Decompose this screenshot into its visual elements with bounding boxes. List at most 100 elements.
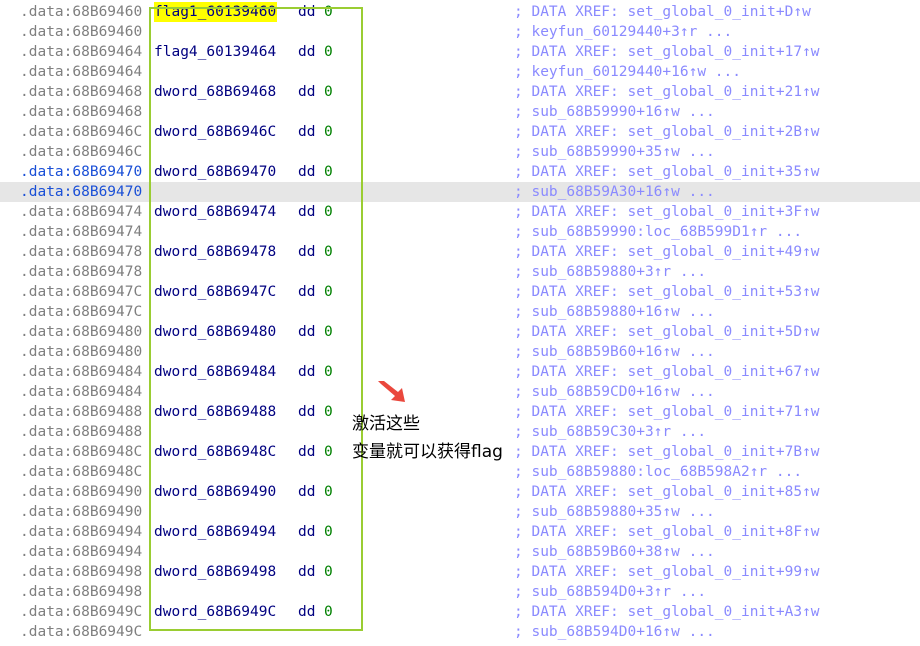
variable-value[interactable]: 0 (324, 442, 333, 462)
address-label[interactable]: .data:68B69480 (20, 322, 142, 342)
xref-comment[interactable]: ; DATA XREF: set_global_0_init+5D↑w (514, 322, 820, 342)
variable-name[interactable]: dword_68B69470 (154, 162, 276, 182)
variable-name[interactable]: dword_68B69498 (154, 562, 276, 582)
listing-line[interactable]: .data:68B69478 dword_68B69478 dd 0 ; DATA XR… (0, 242, 920, 262)
listing-line[interactable]: .data:68B69470 dword_68B69470 dd 0 ; DATA XR… (0, 162, 920, 182)
variable-name[interactable]: dword_68B69488 (154, 402, 276, 422)
listing-line[interactable]: .data:68B6947C dword_68B6947C dd 0 ; DATA XR… (0, 282, 920, 302)
xref-comment[interactable]: ; sub_68B59B60+38↑w ... (514, 542, 715, 562)
xref-comment[interactable]: ; sub_68B59990:loc_68B599D1↑r ... (514, 222, 802, 242)
variable-value[interactable]: 0 (324, 362, 333, 382)
variable-value[interactable]: 0 (324, 402, 333, 422)
address-label[interactable]: .data:68B69480 (20, 342, 142, 362)
variable-value[interactable]: 0 (324, 42, 333, 62)
listing-line[interactable]: .data:68B69474 ; sub_68B59990:loc_68B599D… (0, 222, 920, 242)
address-label[interactable]: .data:68B69488 (20, 402, 142, 422)
variable-value[interactable]: 0 (324, 282, 333, 302)
variable-value[interactable]: 0 (324, 202, 333, 222)
xref-comment[interactable]: ; DATA XREF: set_global_0_init+2B↑w (514, 122, 820, 142)
listing-line[interactable]: .data:68B6947C ; sub_68B59880+16↑w ... (0, 302, 920, 322)
variable-name[interactable]: flag1_60139460 (154, 2, 278, 22)
address-label[interactable]: .data:68B69464 (20, 62, 142, 82)
variable-name[interactable]: dword_68B69484 (154, 362, 276, 382)
listing-line[interactable]: .data:68B69468 dword_68B69468 dd 0 ; DATA XR… (0, 82, 920, 102)
variable-name[interactable]: flag4_60139464 (154, 42, 276, 62)
xref-comment[interactable]: ; sub_68B59990+35↑w ... (514, 142, 715, 162)
xref-comment[interactable]: ; DATA XREF: set_global_0_init+99↑w (514, 562, 820, 582)
address-label[interactable]: .data:68B69488 (20, 422, 142, 442)
listing-line[interactable]: .data:68B69484 dword_68B69484 dd 0 ; DATA XR… (0, 362, 920, 382)
xref-comment[interactable]: ; sub_68B59880:loc_68B598A2↑r ... (514, 462, 802, 482)
variable-name[interactable]: dword_68B6949C (154, 602, 276, 622)
xref-comment[interactable]: ; DATA XREF: set_global_0_init+67↑w (514, 362, 820, 382)
xref-comment[interactable]: ; sub_68B59990+16↑w ... (514, 102, 715, 122)
listing-line[interactable]: .data:68B69468 ; sub_68B59990+16↑w ... (0, 102, 920, 122)
address-label[interactable]: .data:68B6947C (20, 282, 142, 302)
listing-line[interactable]: .data:68B69470 ; sub_68B59A30+16↑w ... (0, 182, 920, 202)
xref-comment[interactable]: ; sub_68B594D0+16↑w ... (514, 622, 715, 642)
variable-name[interactable]: dword_68B69474 (154, 202, 276, 222)
xref-comment[interactable]: ; sub_68B59880+35↑w ... (514, 502, 715, 522)
xref-comment[interactable]: ; DATA XREF: set_global_0_init+D↑w (514, 2, 811, 22)
variable-value[interactable]: 0 (324, 82, 333, 102)
variable-value[interactable]: 0 (324, 482, 333, 502)
variable-name[interactable]: dword_68B69494 (154, 522, 276, 542)
listing-line[interactable]: .data:68B6946C ; sub_68B59990+35↑w ... (0, 142, 920, 162)
address-label[interactable]: .data:68B6949C (20, 622, 142, 642)
xref-comment[interactable]: ; DATA XREF: set_global_0_init+21↑w (514, 82, 820, 102)
listing-line[interactable]: .data:68B69494 dword_68B69494 dd 0 ; DATA XR… (0, 522, 920, 542)
variable-value[interactable]: 0 (324, 122, 333, 142)
address-label[interactable]: .data:68B69484 (20, 382, 142, 402)
address-label[interactable]: .data:68B69490 (20, 482, 142, 502)
variable-name[interactable]: dword_68B69480 (154, 322, 276, 342)
address-label[interactable]: .data:68B69474 (20, 222, 142, 242)
listing-line[interactable]: .data:68B69480 dword_68B69480 dd 0 ; DATA XR… (0, 322, 920, 342)
listing-line[interactable]: .data:68B69464 flag4_60139464 dd 0 ; DATA XR… (0, 42, 920, 62)
xref-comment[interactable]: ; DATA XREF: set_global_0_init+3F↑w (514, 202, 820, 222)
xref-comment[interactable]: ; DATA XREF: set_global_0_init+53↑w (514, 282, 820, 302)
variable-value[interactable]: 0 (324, 322, 333, 342)
address-label[interactable]: .data:68B6948C (20, 462, 142, 482)
xref-comment[interactable]: ; DATA XREF: set_global_0_init+17↑w (514, 42, 820, 62)
address-label[interactable]: .data:68B69478 (20, 262, 142, 282)
xref-comment[interactable]: ; sub_68B59B60+16↑w ... (514, 342, 715, 362)
xref-comment[interactable]: ; keyfun_60129440+16↑w ... (514, 62, 741, 82)
address-label[interactable]: .data:68B69468 (20, 102, 142, 122)
listing-line[interactable]: .data:68B69498 ; sub_68B594D0+3↑r ... (0, 582, 920, 602)
xref-comment[interactable]: ; keyfun_60129440+3↑r ... (514, 22, 732, 42)
xref-comment[interactable]: ; DATA XREF: set_global_0_init+49↑w (514, 242, 820, 262)
listing-line[interactable]: .data:68B69464 ; keyfun_60129440+16↑w ... (0, 62, 920, 82)
listing-line[interactable]: .data:68B69490 dword_68B69490 dd 0 ; DATA XR… (0, 482, 920, 502)
xref-comment[interactable]: ; sub_68B59CD0+16↑w ... (514, 382, 715, 402)
address-label[interactable]: .data:68B69490 (20, 502, 142, 522)
address-label[interactable]: .data:68B69474 (20, 202, 142, 222)
listing-line[interactable]: .data:68B6949C dword_68B6949C dd 0 ; DATA XR… (0, 602, 920, 622)
xref-comment[interactable]: ; DATA XREF: set_global_0_init+8F↑w (514, 522, 820, 542)
address-label[interactable]: .data:68B69470 (20, 162, 142, 182)
address-label[interactable]: .data:68B69498 (20, 562, 142, 582)
listing-line[interactable]: .data:68B69478 ; sub_68B59880+3↑r ... (0, 262, 920, 282)
address-label[interactable]: .data:68B69494 (20, 542, 142, 562)
variable-value[interactable]: 0 (324, 242, 333, 262)
xref-comment[interactable]: ; DATA XREF: set_global_0_init+71↑w (514, 402, 820, 422)
listing-line[interactable]: .data:68B6949C ; sub_68B594D0+16↑w ... (0, 622, 920, 642)
variable-name[interactable]: dword_68B69468 (154, 82, 276, 102)
listing-line[interactable]: .data:68B69480 ; sub_68B59B60+16↑w ... (0, 342, 920, 362)
address-label[interactable]: .data:68B69478 (20, 242, 142, 262)
listing-line[interactable]: .data:68B69460 flag1_60139460 dd 0 ; DATA XR… (0, 2, 920, 22)
address-label[interactable]: .data:68B69468 (20, 82, 142, 102)
xref-comment[interactable]: ; DATA XREF: set_global_0_init+85↑w (514, 482, 820, 502)
xref-comment[interactable]: ; DATA XREF: set_global_0_init+A3↑w (514, 602, 820, 622)
listing-line[interactable]: .data:68B69484 ; sub_68B59CD0+16↑w ... (0, 382, 920, 402)
address-label[interactable]: .data:68B69460 (20, 22, 142, 42)
xref-comment[interactable]: ; sub_68B59A30+16↑w ... (514, 182, 715, 202)
listing-line[interactable]: .data:68B69474 dword_68B69474 dd 0 ; DATA XR… (0, 202, 920, 222)
xref-comment[interactable]: ; DATA XREF: set_global_0_init+35↑w (514, 162, 820, 182)
variable-value[interactable]: 0 (324, 562, 333, 582)
variable-value[interactable]: 0 (324, 162, 333, 182)
address-label[interactable]: .data:68B69464 (20, 42, 142, 62)
xref-comment[interactable]: ; sub_68B59C30+3↑r ... (514, 422, 706, 442)
listing-line[interactable]: .data:68B69490 ; sub_68B59880+35↑w ... (0, 502, 920, 522)
variable-name[interactable]: dword_68B69490 (154, 482, 276, 502)
address-label[interactable]: .data:68B6946C (20, 122, 142, 142)
